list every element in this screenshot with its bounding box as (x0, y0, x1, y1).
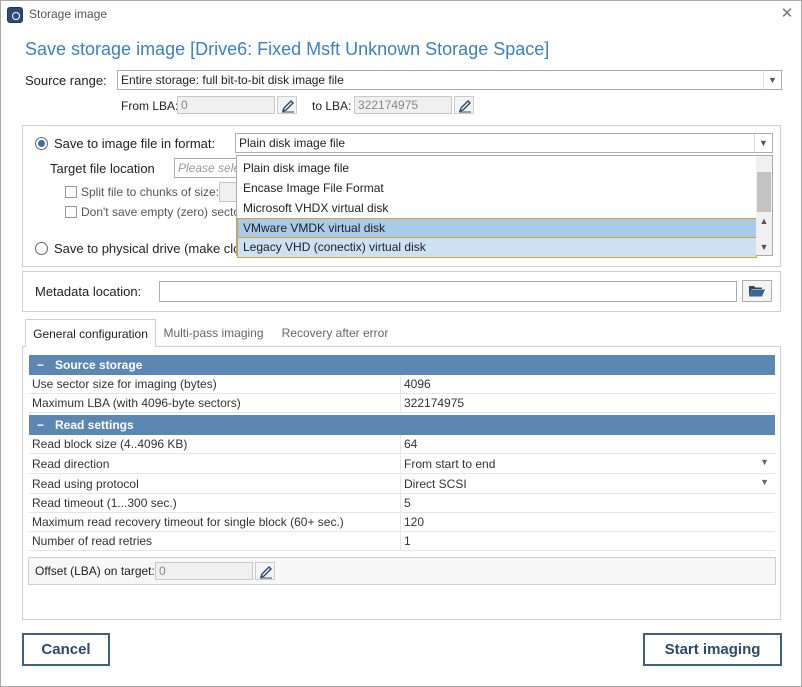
property-value: 5 (404, 496, 411, 510)
property-name: Number of read retries (32, 534, 153, 548)
image-format-dropdown-list: Plain disk image file Encase Image File … (236, 155, 773, 258)
title-bar: Storage image ✕ (1, 1, 801, 29)
metadata-location-input[interactable] (159, 281, 737, 302)
metadata-label: Metadata location: (35, 284, 142, 299)
format-option[interactable]: Encase Image File Format (237, 178, 757, 198)
tab-general-configuration[interactable]: General configuration (25, 319, 156, 347)
table-row[interactable]: Read using protocol Direct SCSI ▼ (29, 475, 775, 494)
format-option[interactable]: Microsoft VHDX virtual disk (237, 198, 757, 218)
scrollbar-thumb[interactable] (757, 172, 771, 212)
chevron-up-icon[interactable]: ▲ (756, 213, 772, 229)
storage-image-dialog: Storage image ✕ Save storage image [Driv… (0, 0, 802, 687)
close-icon[interactable]: ✕ (777, 4, 797, 24)
folder-open-icon (749, 286, 765, 297)
property-name: Read block size (4..4096 KB) (32, 437, 188, 451)
pencil-icon (281, 100, 294, 113)
collapse-icon: − (37, 418, 45, 432)
edit-to-lba-button[interactable] (454, 96, 474, 114)
property-value: 1 (404, 534, 411, 548)
table-row[interactable]: Number of read retries 1 (29, 532, 775, 551)
property-name: Read using protocol (32, 477, 139, 491)
to-lba-label: to LBA: (312, 99, 352, 113)
chevron-down-icon[interactable]: ▼ (760, 477, 769, 487)
split-file-label: Split file to chunks of size: (81, 185, 220, 199)
section-source-storage[interactable]: − Source storage (29, 355, 775, 375)
source-range-value: Entire storage: full bit-to-bit disk ima… (121, 73, 344, 87)
property-value: From start to end (404, 457, 496, 471)
format-option[interactable]: Legacy VHD (conectix) virtual disk (237, 238, 757, 258)
save-to-image-label: Save to image file in format: (54, 136, 216, 151)
chevron-down-icon: ▼ (754, 134, 772, 152)
chevron-down-icon[interactable]: ▼ (760, 457, 769, 467)
pencil-icon (259, 566, 272, 579)
source-range-select[interactable]: Entire storage: full bit-to-bit disk ima… (117, 70, 782, 90)
cancel-button[interactable]: Cancel (22, 633, 110, 666)
from-lba-label: From LBA: (121, 99, 179, 113)
page-title: Save storage image [Drive6: Fixed Msft U… (25, 39, 550, 59)
property-value: 4096 (404, 377, 431, 391)
edit-offset-button[interactable] (255, 562, 275, 580)
dropdown-scrollbar[interactable]: ▲ ▼ (756, 156, 772, 255)
table-row[interactable]: Read timeout (1...300 sec.) 5 (29, 494, 775, 513)
save-to-image-radio[interactable] (35, 137, 48, 150)
collapse-icon: − (37, 358, 45, 372)
section-title: Source storage (55, 358, 143, 372)
table-row[interactable]: Maximum read recovery timeout for single… (29, 513, 775, 532)
source-range-label: Source range: (25, 73, 107, 88)
save-to-physical-radio[interactable] (35, 242, 48, 255)
table-row[interactable]: Maximum LBA (with 4096-byte sectors) 322… (29, 394, 775, 413)
from-lba-value: 0 (181, 98, 188, 112)
property-value: 322174975 (404, 396, 465, 410)
property-name: Read direction (32, 457, 110, 471)
property-value: Direct SCSI (404, 477, 467, 491)
property-name: Maximum read recovery timeout for single… (32, 515, 344, 529)
table-row[interactable]: Read block size (4..4096 KB) 64 (29, 435, 775, 454)
table-row[interactable]: Use sector size for imaging (bytes) 4096 (29, 375, 775, 394)
section-read-settings[interactable]: − Read settings (29, 415, 775, 435)
dont-save-empty-checkbox[interactable] (65, 206, 77, 218)
property-name: Maximum LBA (with 4096-byte sectors) (32, 396, 241, 410)
chevron-down-icon: ▼ (763, 71, 781, 89)
image-format-value: Plain disk image file (239, 136, 346, 150)
pencil-icon (458, 100, 471, 113)
section-title: Read settings (55, 418, 134, 432)
app-logo-icon (7, 7, 23, 23)
window-title: Storage image (29, 7, 108, 21)
property-name: Read timeout (1...300 sec.) (32, 496, 177, 510)
property-value: 64 (404, 437, 418, 451)
chevron-down-icon[interactable]: ▼ (756, 239, 772, 255)
edit-from-lba-button[interactable] (277, 96, 297, 114)
tab-recovery-after-error[interactable]: Recovery after error (271, 319, 399, 347)
to-lba-field: 322174975 (354, 96, 452, 114)
property-value: 120 (404, 515, 425, 529)
offset-label: Offset (LBA) on target: (35, 564, 155, 578)
start-imaging-button[interactable]: Start imaging (643, 633, 782, 666)
browse-metadata-button[interactable] (742, 280, 772, 302)
to-lba-value: 322174975 (358, 98, 419, 112)
tab-multi-pass-imaging[interactable]: Multi-pass imaging (156, 319, 271, 347)
dont-save-empty-label: Don't save empty (zero) sectors (81, 205, 251, 219)
split-file-checkbox[interactable] (65, 186, 77, 198)
format-option-highlighted[interactable]: VMware VMDK virtual disk (237, 218, 757, 238)
offset-value: 0 (159, 564, 166, 578)
image-format-select[interactable]: Plain disk image file ▼ (235, 133, 773, 153)
save-to-physical-label: Save to physical drive (make clo (54, 241, 241, 256)
format-option[interactable]: Plain disk image file (237, 158, 757, 178)
property-name: Use sector size for imaging (bytes) (32, 377, 217, 391)
target-file-label: Target file location (50, 161, 155, 176)
from-lba-field: 0 (177, 96, 275, 114)
offset-field: 0 (155, 562, 253, 580)
table-row[interactable]: Read direction From start to end ▼ (29, 455, 775, 474)
